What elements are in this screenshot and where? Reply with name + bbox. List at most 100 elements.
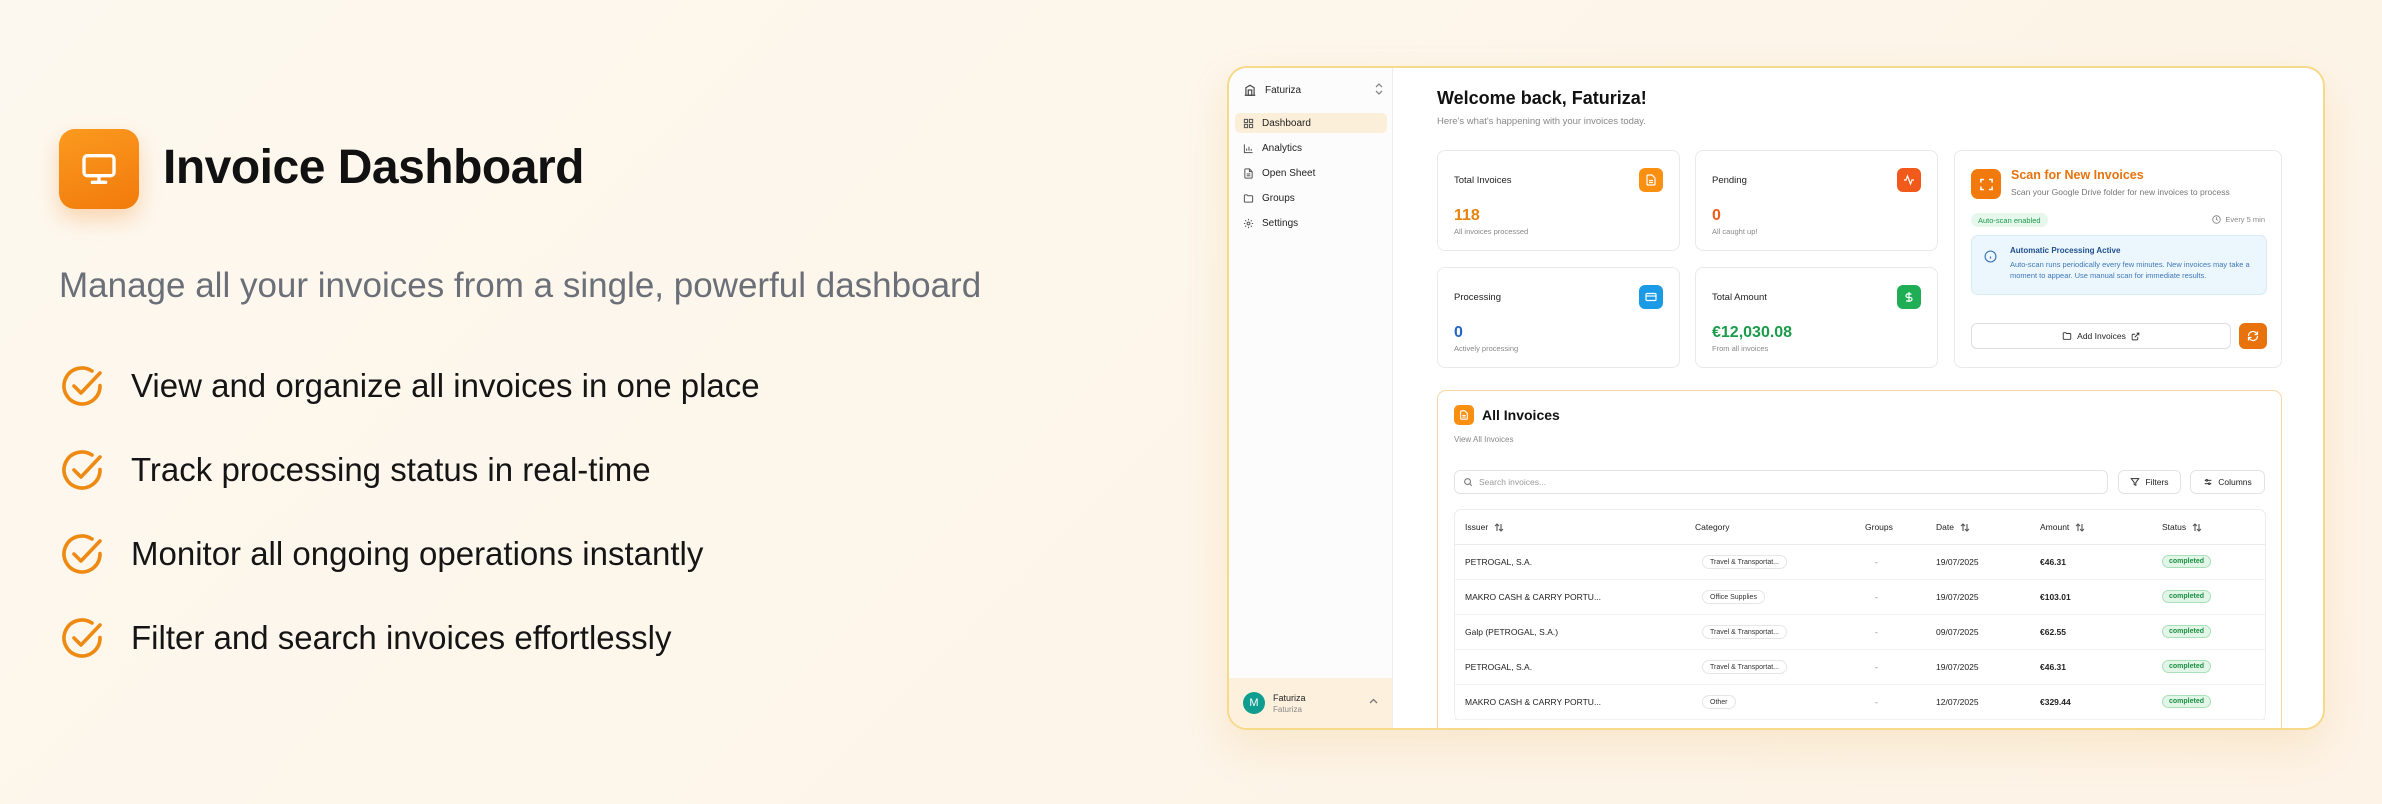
cell-amount: €103.01 bbox=[2040, 592, 2071, 602]
sort-icon bbox=[1960, 522, 1970, 532]
columns-label: Columns bbox=[2218, 477, 2252, 487]
sort-icon bbox=[1494, 522, 1504, 532]
sheet-icon bbox=[1244, 167, 1253, 179]
cell-groups: - bbox=[1875, 627, 1878, 637]
stat-subtitle: From all invoices bbox=[1712, 344, 1769, 353]
columns-button[interactable]: Columns bbox=[2190, 470, 2265, 494]
folder-icon bbox=[1243, 193, 1254, 203]
activity-icon bbox=[1897, 168, 1921, 192]
stat-title: Processing bbox=[1454, 292, 1501, 303]
manual-scan-button[interactable] bbox=[2239, 323, 2267, 349]
sidebar-item-groups[interactable]: Groups bbox=[1235, 188, 1387, 208]
chart-icon bbox=[1243, 143, 1253, 153]
invoice-icon bbox=[1454, 405, 1474, 425]
dollar-icon bbox=[1897, 285, 1921, 309]
scan-icon bbox=[1971, 169, 2001, 199]
page-title: Welcome back, Faturiza! bbox=[1437, 88, 1647, 108]
monitor-icon bbox=[82, 154, 116, 184]
gear-icon bbox=[1243, 218, 1254, 228]
table-header: Issuer Category Groups Date Amount Statu… bbox=[1455, 510, 2265, 545]
header-label: Amount bbox=[2040, 522, 2070, 532]
feature-item: Track processing status in real-time bbox=[59, 446, 760, 494]
header-label: Status bbox=[2162, 522, 2187, 532]
user-name: Faturiza bbox=[1273, 692, 1306, 703]
table-row[interactable]: MAKRO CASH & CARRY PORTU... Other - 12/0… bbox=[1455, 685, 2265, 720]
sort-icon bbox=[2075, 522, 2085, 532]
stat-card-total-invoices: Total Invoices 118 All invoices processe… bbox=[1437, 150, 1680, 251]
invoices-panel: All Invoices View All Invoices Filters C… bbox=[1437, 390, 2282, 728]
feature-item: Monitor all ongoing operations instantly bbox=[59, 530, 760, 578]
feature-item: Filter and search invoices effortlessly bbox=[59, 614, 760, 662]
stat-subtitle: All invoices processed bbox=[1454, 227, 1529, 236]
sidebar: Faturiza Dashboard Analytics Open Sheet … bbox=[1229, 68, 1393, 728]
table-row[interactable]: MAKRO CASH & CARRY PORTU... Office Suppl… bbox=[1455, 580, 2265, 615]
sidebar-item-label: Groups bbox=[1262, 192, 1295, 204]
view-all-invoices-link[interactable]: View All Invoices bbox=[1454, 435, 1513, 444]
table-row[interactable]: Galp (PETROGAL, S.A.) Travel & Transport… bbox=[1455, 615, 2265, 650]
sidebar-item-analytics[interactable]: Analytics bbox=[1235, 138, 1387, 158]
page-subtitle: Here's what's happening with your invoic… bbox=[1437, 116, 1646, 127]
cell-issuer: MAKRO CASH & CARRY PORTU... bbox=[1465, 592, 1602, 602]
sidebar-item-label: Dashboard bbox=[1262, 117, 1311, 129]
sidebar-item-open-sheet[interactable]: Open Sheet bbox=[1235, 163, 1387, 183]
cell-issuer: PETROGAL, S.A. bbox=[1465, 557, 1533, 567]
feature-text: View and organize all invoices in one pl… bbox=[131, 367, 760, 404]
sidebar-item-dashboard[interactable]: Dashboard bbox=[1235, 113, 1387, 133]
header-label: Issuer bbox=[1465, 522, 1489, 532]
feature-text: Filter and search invoices effortlessly bbox=[131, 619, 672, 656]
sidebar-item-settings[interactable]: Settings bbox=[1235, 213, 1387, 233]
cell-groups: - bbox=[1875, 662, 1878, 672]
stat-card-total-amount: Total Amount €12,030.08 From all invoice… bbox=[1695, 267, 1938, 368]
category-badge: Travel & Transportat... bbox=[1702, 555, 1787, 569]
cell-amount: €46.31 bbox=[2040, 662, 2066, 672]
category-badge: Other bbox=[1702, 695, 1736, 709]
column-header-status[interactable]: Status bbox=[2162, 522, 2202, 532]
check-circle-icon bbox=[62, 534, 102, 574]
info-title: Automatic Processing Active bbox=[2010, 246, 2121, 255]
refresh-icon bbox=[2247, 330, 2259, 342]
add-invoices-button[interactable]: Add Invoices bbox=[1971, 323, 2231, 349]
table-row[interactable]: PETROGAL, S.A. Travel & Transportat... -… bbox=[1455, 650, 2265, 685]
chevron-up-icon bbox=[1369, 698, 1378, 704]
cell-amount: €62.55 bbox=[2040, 627, 2066, 637]
header-label: Category bbox=[1695, 522, 1730, 532]
table-row[interactable]: PETROGAL, S.A. Travel & Transportat... -… bbox=[1455, 545, 2265, 580]
cell-issuer: MAKRO CASH & CARRY PORTU... bbox=[1465, 697, 1602, 707]
invoices-title: All Invoices bbox=[1482, 407, 1560, 423]
add-invoices-label: Add Invoices bbox=[2077, 331, 2126, 341]
main-content: Welcome back, Faturiza! Here's what's ha… bbox=[1393, 68, 2323, 728]
cell-date: 19/07/2025 bbox=[1936, 592, 1979, 602]
document-icon bbox=[1639, 168, 1663, 192]
stat-value: €12,030.08 bbox=[1712, 324, 1793, 341]
card-icon bbox=[1639, 285, 1663, 309]
column-header-date[interactable]: Date bbox=[1936, 522, 1970, 532]
stat-value: 0 bbox=[1454, 324, 1463, 341]
cell-groups: - bbox=[1875, 592, 1878, 602]
sidebar-item-label: Analytics bbox=[1262, 142, 1303, 154]
stat-title: Pending bbox=[1712, 175, 1747, 186]
filters-button[interactable]: Filters bbox=[2118, 470, 2181, 494]
status-badge: completed bbox=[2162, 625, 2212, 638]
category-badge: Travel & Transportat... bbox=[1702, 625, 1787, 639]
cell-groups: - bbox=[1875, 697, 1878, 707]
column-header-issuer[interactable]: Issuer bbox=[1465, 522, 1504, 532]
header-label: Groups bbox=[1865, 522, 1893, 532]
building-icon bbox=[1244, 84, 1256, 96]
cell-date: 19/07/2025 bbox=[1936, 662, 1979, 672]
status-badge: completed bbox=[2162, 555, 2212, 568]
category-badge: Travel & Transportat... bbox=[1702, 660, 1787, 674]
hero-app-icon bbox=[59, 129, 139, 209]
stat-title: Total Amount bbox=[1712, 292, 1767, 303]
chevrons-up-down-icon bbox=[1375, 83, 1383, 95]
scan-interval-text: Every 5 min bbox=[2225, 215, 2265, 224]
external-link-icon bbox=[2131, 332, 2140, 340]
stat-card-pending: Pending 0 All caught up! bbox=[1695, 150, 1938, 251]
column-header-amount[interactable]: Amount bbox=[2040, 522, 2085, 532]
workspace-switcher[interactable]: Faturiza bbox=[1243, 80, 1383, 100]
hero-title: Invoice Dashboard bbox=[163, 141, 584, 194]
status-badge: completed bbox=[2162, 660, 2212, 673]
user-menu[interactable]: M Faturiza Faturiza bbox=[1229, 678, 1392, 728]
search-input[interactable] bbox=[1479, 477, 2079, 487]
feature-text: Monitor all ongoing operations instantly bbox=[131, 535, 704, 572]
check-circle-icon bbox=[62, 366, 102, 406]
